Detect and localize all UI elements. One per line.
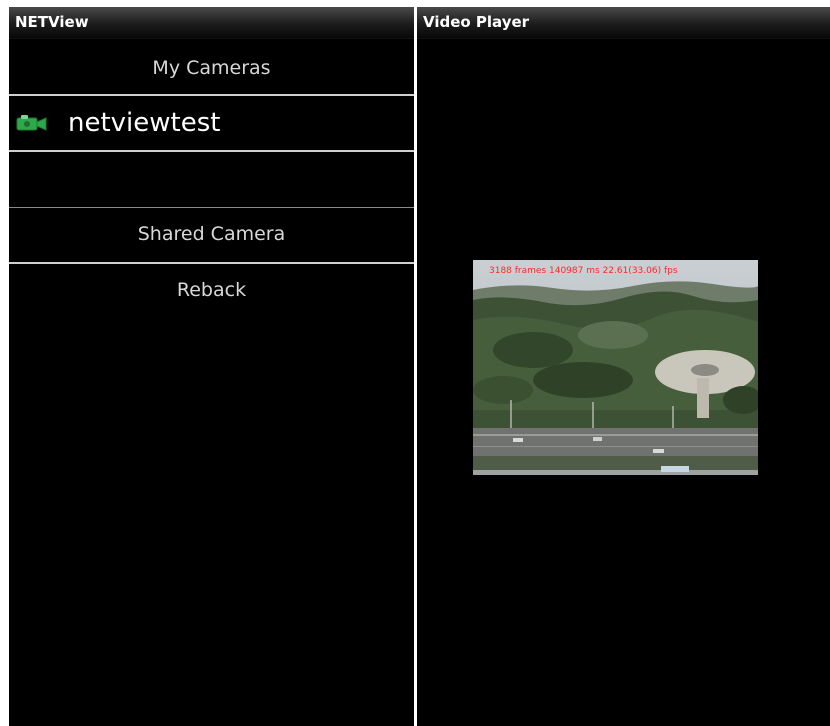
- shared-camera-button[interactable]: Shared Camera: [9, 223, 414, 245]
- video-scene: [473, 260, 758, 475]
- shared-camera-label: Shared Camera: [137, 223, 286, 245]
- netview-panel: NETView My Cameras netviewtest Shared Ca…: [9, 7, 414, 726]
- camera-list-item-netviewtest[interactable]: netviewtest: [9, 96, 414, 150]
- divider: [9, 207, 414, 208]
- netview-title: NETView: [15, 13, 89, 31]
- reback-label: Reback: [176, 279, 247, 301]
- camera-icon: [16, 113, 48, 133]
- netview-title-bar: NETView: [9, 7, 414, 39]
- reback-button[interactable]: Reback: [9, 279, 414, 301]
- camera-name: netviewtest: [68, 108, 221, 138]
- video-player-title: Video Player: [423, 13, 530, 31]
- video-frame[interactable]: 3188 frames 140987 ms 22.61(33.06) fps: [473, 260, 758, 475]
- video-player-panel: Video Player 3188 frames 140987 ms 22.61…: [417, 7, 830, 726]
- divider: [9, 150, 414, 152]
- video-stats-overlay: 3188 frames 140987 ms 22.61(33.06) fps: [489, 266, 678, 276]
- video-player-title-bar: Video Player: [417, 7, 830, 39]
- my-cameras-label: My Cameras: [152, 57, 271, 79]
- divider: [9, 262, 414, 264]
- my-cameras-header: My Cameras: [9, 57, 414, 79]
